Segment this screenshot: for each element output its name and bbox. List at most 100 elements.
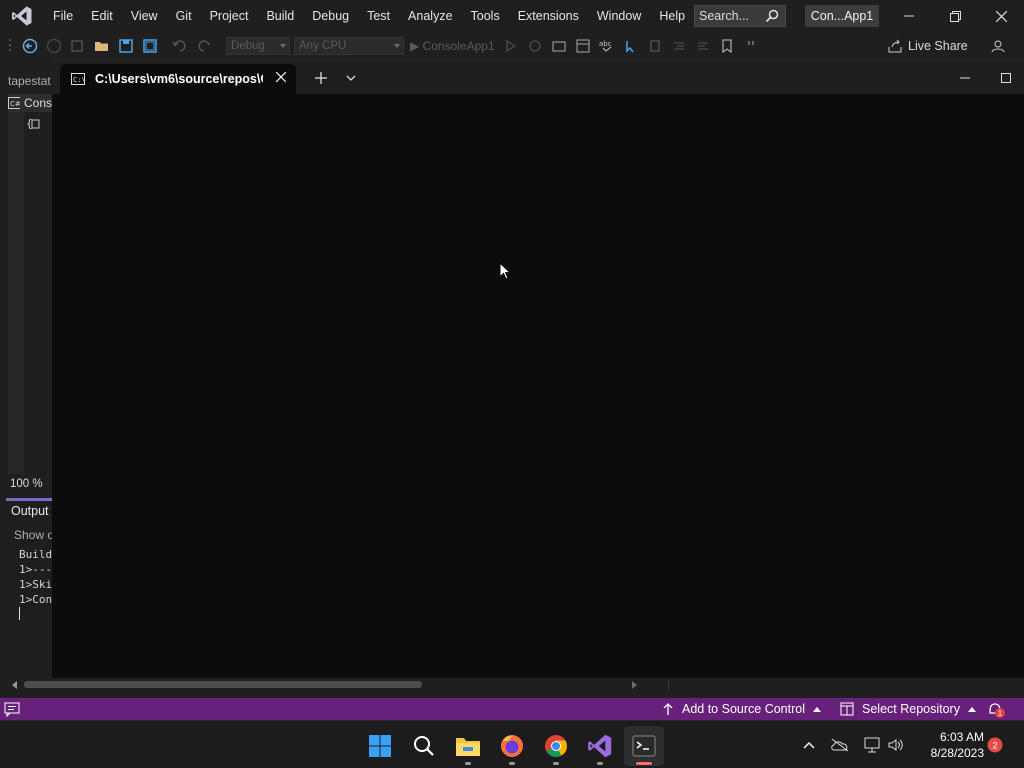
add-to-source-control-label: Add to Source Control: [682, 702, 805, 716]
scrollbar-thumb[interactable]: [24, 681, 422, 688]
restore-icon: [949, 10, 961, 22]
configuration-dropdown[interactable]: Debug: [226, 37, 290, 55]
account-icon[interactable]: [988, 36, 1008, 56]
horizontal-scrollbar[interactable]: [0, 678, 1024, 692]
code-editor[interactable]: {: [8, 112, 52, 474]
visual-studio-logo-icon[interactable]: [0, 0, 44, 32]
notifications-button[interactable]: 1: [986, 700, 1006, 721]
output-text[interactable]: Build 1>--- 1>Ski 1>Con: [19, 547, 52, 607]
select-element-icon[interactable]: [621, 36, 641, 56]
save-all-icon[interactable]: [140, 36, 160, 56]
active-indicator: [636, 762, 652, 765]
vs-status-bar: Add to Source Control Select Repository …: [0, 698, 1024, 720]
output-line: 1>---: [19, 563, 52, 576]
notification-badge-count: 2: [992, 741, 997, 752]
menu-view[interactable]: View: [122, 0, 167, 32]
clock-time: 6:03 AM: [939, 730, 984, 744]
terminal-tab-title: C:\Users\vm6\source\repos\C: [95, 72, 263, 86]
select-repository-label: Select Repository: [862, 702, 960, 716]
spell-check-icon[interactable]: abc: [597, 36, 617, 56]
svg-text:abc: abc: [599, 40, 612, 48]
vs-solution-title[interactable]: Con...App1: [805, 5, 879, 27]
onedrive-offline-icon[interactable]: [830, 735, 850, 755]
browse-icon[interactable]: [549, 36, 569, 56]
terminal-button[interactable]: [624, 726, 664, 766]
network-icon[interactable]: [862, 735, 882, 755]
system-clock[interactable]: 6:03 AM 8/28/2023: [916, 729, 984, 761]
clock-date: 8/28/2023: [930, 746, 984, 760]
running-indicator: [597, 762, 603, 765]
live-share-icon: [888, 39, 902, 53]
indent-icon[interactable]: [669, 36, 689, 56]
solution-explorer-item[interactable]: C# Cons: [8, 94, 52, 112]
select-repository-button[interactable]: Select Repository: [840, 698, 976, 720]
vs-search-label: Search...: [699, 9, 750, 23]
vs-minimize-button[interactable]: [886, 0, 932, 32]
start-button[interactable]: [360, 726, 400, 766]
menu-help[interactable]: Help: [650, 0, 694, 32]
vs-close-button[interactable]: [978, 0, 1024, 32]
vs-search-box[interactable]: Search...: [694, 5, 786, 27]
output-line: 1>Ski: [19, 578, 52, 591]
scroll-left-icon[interactable]: [12, 681, 17, 689]
output-panel-title[interactable]: Output: [11, 504, 49, 518]
output-line: Build: [19, 548, 52, 561]
start-debugging-button[interactable]: ▶ ConsoleApp1: [410, 39, 495, 53]
document-tab[interactable]: tapestat: [8, 74, 51, 88]
feedback-icon[interactable]: [4, 701, 20, 720]
refresh-icon[interactable]: [525, 36, 545, 56]
scroll-right-icon[interactable]: [632, 681, 637, 689]
chrome-button[interactable]: [536, 726, 576, 766]
comment-icon[interactable]: [645, 36, 665, 56]
profile-dropdown-button[interactable]: [340, 69, 362, 87]
vs-menubar: File Edit View Git Project Build Debug T…: [0, 0, 1024, 32]
open-folder-icon[interactable]: [92, 36, 112, 56]
namespace-icon: {: [26, 117, 40, 130]
terminal-tab[interactable]: C:\ C:\Users\vm6\source\repos\C: [60, 64, 296, 94]
visual-studio-button[interactable]: [580, 726, 620, 766]
terminal-minimize-button[interactable]: [942, 65, 988, 91]
menu-tools[interactable]: Tools: [462, 0, 509, 32]
menu-extensions[interactable]: Extensions: [509, 0, 588, 32]
menu-project[interactable]: Project: [201, 0, 258, 32]
start-without-debugging-icon[interactable]: [501, 36, 521, 56]
editor-zoom-level[interactable]: 100 %: [10, 478, 43, 490]
terminal-maximize-button[interactable]: [988, 65, 1024, 91]
firefox-button[interactable]: [492, 726, 532, 766]
file-explorer-button[interactable]: [448, 726, 488, 766]
live-share-button[interactable]: Live Share: [888, 36, 968, 56]
notification-count: 1: [998, 709, 1003, 718]
vs-restore-button[interactable]: [932, 0, 978, 32]
back-icon[interactable]: [20, 36, 40, 56]
volume-icon[interactable]: [886, 735, 906, 755]
new-project-icon[interactable]: [68, 36, 88, 56]
outdent-icon[interactable]: [693, 36, 713, 56]
search-button[interactable]: [404, 726, 444, 766]
undo-icon[interactable]: [170, 36, 190, 56]
layout-icon[interactable]: [573, 36, 593, 56]
notification-center-button[interactable]: 2: [987, 737, 1003, 756]
menu-window[interactable]: Window: [588, 0, 650, 32]
menu-debug[interactable]: Debug: [303, 0, 358, 32]
menu-file[interactable]: File: [44, 0, 82, 32]
minimize-icon: [960, 77, 970, 79]
terminal-content[interactable]: [52, 94, 1024, 679]
save-icon[interactable]: [116, 36, 136, 56]
bookmark-icon[interactable]: [717, 36, 737, 56]
terminal-titlebar: C:\ C:\Users\vm6\source\repos\C: [52, 61, 1024, 94]
forward-icon[interactable]: [44, 36, 64, 56]
close-icon[interactable]: [275, 71, 287, 85]
menu-analyze[interactable]: Analyze: [399, 0, 461, 32]
toolbar-overflow-icon[interactable]: [741, 36, 761, 56]
menu-edit[interactable]: Edit: [82, 0, 122, 32]
mouse-pointer-icon: [499, 261, 512, 284]
redo-icon[interactable]: [194, 36, 214, 56]
text-caret: [19, 607, 20, 620]
add-to-source-control-button[interactable]: Add to Source Control: [662, 698, 821, 720]
menu-git[interactable]: Git: [167, 0, 201, 32]
show-hidden-icons-chevron-icon[interactable]: [799, 735, 819, 755]
menu-test[interactable]: Test: [358, 0, 399, 32]
menu-build[interactable]: Build: [257, 0, 303, 32]
platform-dropdown[interactable]: Any CPU: [294, 37, 404, 55]
new-tab-button[interactable]: [310, 69, 332, 87]
